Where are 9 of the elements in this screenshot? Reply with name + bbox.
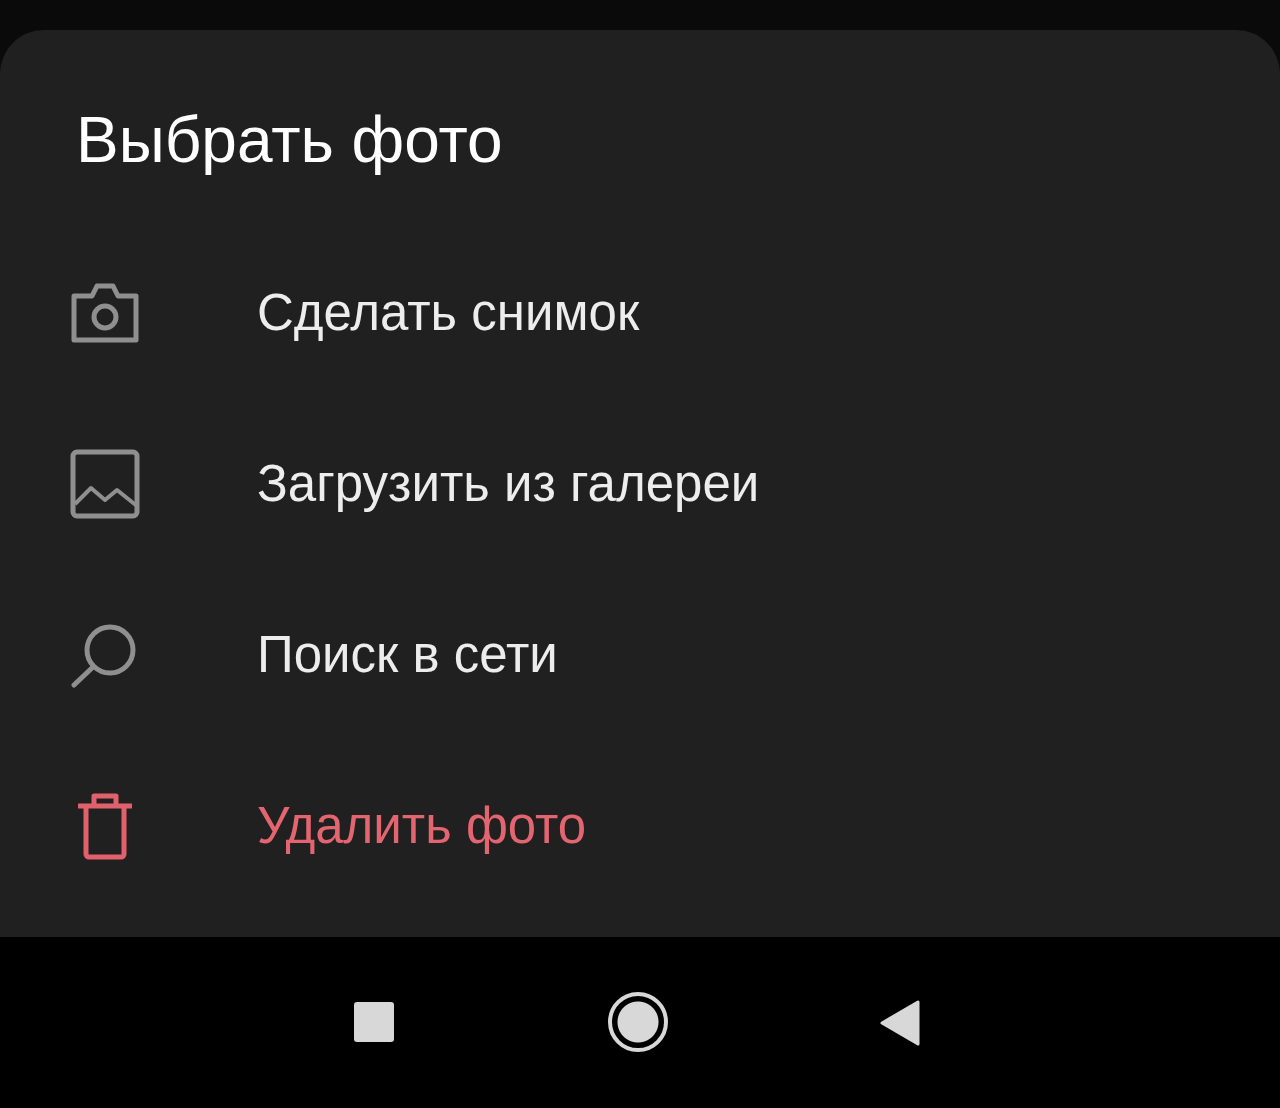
menu-item[interactable]: Удалить фото bbox=[70, 740, 1070, 911]
home-button[interactable] bbox=[608, 992, 668, 1052]
camera-icon bbox=[70, 281, 140, 344]
sheet-title: Выбрать фото bbox=[76, 103, 504, 178]
image-icon bbox=[70, 448, 140, 519]
menu-item[interactable]: Загрузить из галереи bbox=[70, 398, 1070, 569]
menu-item[interactable]: Сделать снимок bbox=[70, 227, 1070, 398]
menu-item[interactable]: Поиск в сети bbox=[70, 569, 1070, 740]
back-button[interactable] bbox=[880, 1000, 920, 1046]
